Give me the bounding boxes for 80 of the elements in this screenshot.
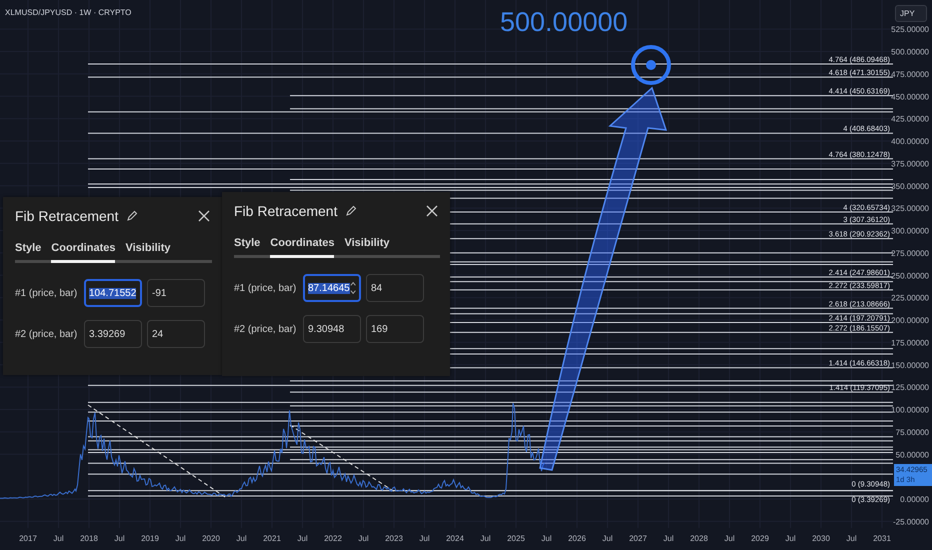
dialog-tab[interactable]: Coordinates — [51, 239, 116, 263]
dialog-tab[interactable]: Visibility — [344, 234, 390, 258]
coordinate-label: #1 (price, bar) — [234, 282, 298, 294]
price-input[interactable]: 3.39269 — [84, 320, 142, 348]
time-axis-label: Jul — [724, 534, 735, 543]
price-axis-label: 525.00000 — [891, 25, 929, 34]
time-axis-label: 2018 — [80, 534, 98, 543]
pencil-icon[interactable] — [345, 205, 358, 217]
bar-input[interactable]: 24 — [147, 320, 205, 348]
target-price-label: 500.00000 — [500, 7, 628, 37]
price-axis-label: 325.00000 — [891, 204, 929, 214]
price-axis-label: 400.00000 — [891, 137, 929, 146]
time-axis-label: Jul — [541, 534, 552, 543]
price-axis-label: 150.00000 — [891, 360, 929, 370]
price-axis-label: 475.00000 — [891, 70, 929, 79]
time-axis-label: Jul — [114, 534, 125, 543]
time-axis-label: Jul — [663, 534, 674, 543]
dialog-tab[interactable]: Visibility — [125, 239, 171, 263]
time-axis-label: 2021 — [263, 534, 281, 543]
price-axis-label: -25.00000 — [892, 517, 929, 526]
price-axis-label: 200.00000 — [891, 316, 929, 325]
price-axis-label: 375.00000 — [891, 159, 929, 168]
bar-input[interactable]: -91 — [147, 279, 205, 307]
time-axis-label: Jul — [785, 534, 796, 543]
close-icon[interactable] — [198, 210, 210, 222]
currency-button[interactable]: JPY — [895, 5, 927, 22]
bar-input[interactable]: 169 — [366, 315, 424, 343]
coordinate-label: #2 (price, bar) — [15, 328, 78, 340]
coordinate-label: #2 (price, bar) — [234, 324, 298, 334]
spinner-icon[interactable] — [350, 280, 356, 296]
price-axis-label: 125.00000 — [891, 383, 929, 392]
symbol-title: XLMUSD/JPYUSD · 1W · CRYPTO — [5, 8, 132, 17]
time-axis-label: 2024 — [446, 534, 464, 543]
time-axis-label: 2025 — [507, 534, 525, 543]
price-axis-label: 175.00000 — [891, 338, 929, 348]
price-input[interactable]: 9.30948 — [303, 315, 361, 343]
time-axis-label: Jul — [236, 534, 247, 543]
pencil-icon[interactable] — [126, 210, 138, 222]
price-axis-label: 75.00000 — [896, 428, 929, 437]
price-axis-label: 425.00000 — [891, 114, 929, 124]
price-axis-label: 250.00000 — [891, 271, 929, 280]
price-axis-label: 50.00000 — [896, 450, 929, 460]
price-axis-label: 225.00000 — [891, 294, 929, 303]
dialog-title: Fib Retracement — [15, 208, 118, 224]
time-axis-label: Jul — [846, 534, 857, 543]
dialog-title: Fib Retracement — [234, 203, 338, 219]
time-axis-label: Jul — [175, 534, 186, 543]
time-axis-label: 2029 — [751, 534, 769, 543]
time-axis-label: Jul — [419, 534, 430, 543]
price-input[interactable]: 87.14645 — [303, 274, 361, 302]
price-axis-label: 0.00000 — [900, 495, 929, 504]
close-icon[interactable] — [426, 205, 438, 217]
time-axis-label: 2022 — [324, 534, 342, 543]
time-axis-label: 2027 — [629, 534, 647, 543]
price-axis-label: 100.00000 — [891, 406, 929, 414]
time-axis-label: 2017 — [19, 534, 37, 543]
time-axis-label: 2028 — [690, 534, 708, 543]
bar-input[interactable]: 84 — [366, 274, 424, 302]
dialog-tab[interactable]: Coordinates — [270, 234, 334, 258]
coordinate-label: #1 (price, bar) — [15, 288, 78, 298]
time-axis-label: 2030 — [812, 534, 830, 543]
time-axis-label: 2020 — [202, 534, 220, 543]
price-axis-label: 500.00000 — [891, 48, 929, 56]
price-axis-label: 300.00000 — [891, 226, 929, 236]
time-axis-label: 2023 — [385, 534, 403, 543]
price-axis-label: 275.00000 — [891, 248, 929, 258]
price-input[interactable]: 104.71552 — [84, 279, 142, 307]
time-axis-label: Jul — [53, 534, 64, 543]
time-axis-label: Jul — [480, 534, 491, 543]
target-marker — [631, 45, 671, 85]
time-axis-label: 2026 — [568, 534, 586, 543]
time-axis-label: 2019 — [141, 534, 159, 543]
price-axis-label: 350.00000 — [891, 182, 929, 191]
time-axis-label: Jul — [602, 534, 613, 543]
dialog-tab[interactable]: Style — [234, 234, 260, 258]
price-axis-label: 450.00000 — [891, 92, 929, 102]
dialog-tab[interactable]: Style — [15, 239, 42, 263]
time-axis-label: Jul — [297, 534, 308, 543]
time-axis-label: Jul — [358, 534, 369, 543]
time-axis-label: 2031 — [873, 534, 891, 543]
